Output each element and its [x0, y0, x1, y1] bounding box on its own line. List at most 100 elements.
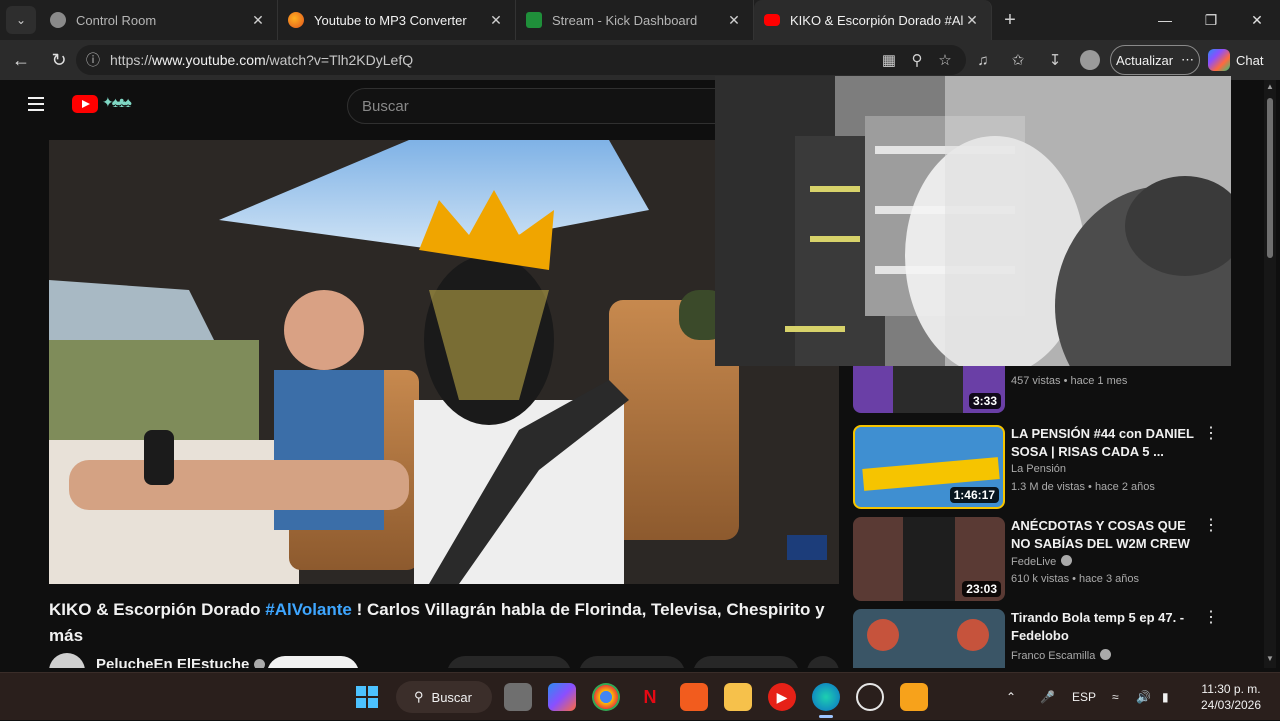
media-control-icon[interactable]: ♫ [971, 48, 995, 72]
tab-mp3-converter[interactable]: Youtube to MP3 Converter ✕ [278, 0, 516, 40]
more-options-icon[interactable]: ⋮ [1203, 426, 1219, 442]
youtube-logo[interactable] [72, 95, 98, 113]
list-item[interactable]: 1:46:17 LA PENSIÓN #44 con DANIEL SOSA |… [853, 425, 1225, 509]
video-meta: 1.3 M de vistas • hace 2 años [1011, 481, 1155, 493]
url-path: /watch?v=Tlh2KDyLefQ [265, 52, 414, 68]
chrome-icon[interactable] [592, 683, 620, 711]
search-input[interactable]: Buscar [347, 88, 747, 124]
update-button[interactable]: Actualizar ⋯ [1110, 45, 1200, 75]
favorites-icon[interactable]: ✩ [1006, 48, 1030, 72]
restore-icon: ❐ [1204, 11, 1218, 28]
video-channel[interactable]: Franco Escamilla [1011, 649, 1112, 662]
like-dislike-button[interactable] [447, 656, 571, 668]
video-thumbnail[interactable]: 23:03 [853, 517, 1005, 601]
minimize-icon: — [1158, 12, 1172, 28]
volume-icon[interactable]: 🔊 [1136, 673, 1151, 721]
video-thumbnail[interactable] [853, 609, 1005, 668]
netflix-icon[interactable]: N [636, 683, 664, 711]
update-label: Actualizar [1115, 52, 1174, 68]
obs-icon[interactable] [856, 683, 884, 711]
list-item[interactable]: Tirando Bola temp 5 ep 47. - Fedelobo ⋮ … [853, 609, 1225, 668]
webcam-overlay [715, 76, 1231, 366]
channel-avatar[interactable] [49, 653, 85, 668]
system-clock[interactable]: 11:30 p. m. 24/03/2026 [1196, 681, 1266, 713]
download-button[interactable] [693, 656, 799, 668]
channel-text: FedeLive [1011, 556, 1057, 568]
file-explorer-icon[interactable] [724, 683, 752, 711]
scrollbar-thumb[interactable] [1267, 98, 1273, 258]
task-view-icon[interactable] [504, 683, 532, 711]
tab-kick-dashboard[interactable]: Stream - Kick Dashboard ✕ [516, 0, 754, 40]
verified-icon [1100, 649, 1112, 660]
minimize-button[interactable]: — [1142, 0, 1188, 40]
youtube-doodle-icon[interactable]: ✦♠♣♠ [102, 94, 132, 111]
close-tab-icon[interactable]: ✕ [487, 12, 505, 29]
language-indicator[interactable]: ESP [1072, 673, 1096, 721]
video-title: KIKO & Escorpión Dorado #AlVolante ! Car… [49, 597, 839, 649]
converter-app-icon[interactable] [680, 683, 708, 711]
show-hidden-icons[interactable]: ⌃ [1006, 673, 1016, 721]
battery-icon[interactable]: ▮ [1162, 673, 1169, 721]
zoom-icon[interactable]: ⚲ [905, 48, 929, 72]
fl-studio-icon[interactable] [900, 683, 928, 711]
tab-control-room[interactable]: Control Room ✕ [40, 0, 278, 40]
start-button[interactable] [353, 683, 381, 711]
apps-icon[interactable]: ▦ [877, 48, 901, 72]
downloads-icon[interactable]: ↧ [1043, 48, 1067, 72]
taskbar-search[interactable]: ⚲ Buscar [396, 681, 492, 713]
wifi-icon[interactable]: ≈ [1112, 673, 1119, 721]
new-tab-button[interactable]: + [992, 9, 1028, 32]
close-tab-icon[interactable]: ✕ [725, 12, 743, 29]
clock-time: 11:30 p. m. [1201, 682, 1261, 696]
scroll-down-icon[interactable]: ▼ [1265, 654, 1275, 663]
more-actions-button[interactable] [807, 656, 839, 668]
video-title[interactable]: LA PENSIÓN #44 con DANIEL SOSA | RISAS C… [1011, 425, 1196, 461]
taskbar-search-label: Buscar [431, 689, 472, 705]
youtube-app-icon[interactable]: ▶ [768, 683, 796, 711]
video-thumbnail[interactable]: 1:46:17 [853, 425, 1005, 509]
copilot-taskbar-icon[interactable] [548, 683, 576, 711]
reload-button[interactable]: ↻ [42, 43, 76, 77]
chat-label: Chat [1236, 52, 1264, 68]
close-icon: ✕ [1251, 11, 1263, 28]
microphone-icon[interactable]: 🎤 [1040, 673, 1055, 721]
video-meta: 610 k vistas • hace 3 años [1011, 573, 1139, 585]
converter-icon [288, 12, 304, 28]
back-button[interactable]: ← [4, 43, 38, 77]
video-title[interactable]: ANÉCDOTAS Y COSAS QUE NO SABÍAS DEL W2M … [1011, 517, 1196, 553]
hamburger-menu-icon[interactable] [28, 97, 44, 111]
close-tab-icon[interactable]: ✕ [249, 12, 267, 29]
video-channel[interactable]: La Pensión [1011, 463, 1066, 475]
video-title[interactable]: Tirando Bola temp 5 ep 47. - Fedelobo [1011, 609, 1196, 645]
hashtag-link[interactable]: #AlVolante [265, 600, 352, 619]
tab-actions-menu-button[interactable]: ⌄ [6, 6, 36, 34]
video-channel[interactable]: FedeLive [1011, 555, 1073, 568]
page-scrollbar[interactable]: ▲ ▼ [1264, 80, 1276, 668]
edge-icon[interactable] [812, 683, 840, 711]
channel-name[interactable]: PelucheEn ElEstuche [96, 656, 266, 668]
verified-icon [1061, 555, 1073, 566]
url-host: www.youtube.com [152, 52, 266, 68]
chevron-down-icon: ⌄ [15, 13, 27, 27]
site-info-icon[interactable]: ⓘ [86, 50, 100, 70]
more-options-icon[interactable]: ⋮ [1203, 518, 1219, 534]
search-icon: ⚲ [414, 689, 424, 704]
url-field[interactable]: ⓘ https://www.youtube.com/watch?v=Tlh2KD… [76, 45, 966, 75]
profile-avatar-icon[interactable] [1078, 48, 1102, 72]
close-window-button[interactable]: ✕ [1234, 0, 1280, 40]
share-button[interactable] [579, 656, 685, 668]
copilot-chat-button[interactable]: Chat [1208, 45, 1274, 75]
scroll-up-icon[interactable]: ▲ [1265, 82, 1275, 91]
list-item[interactable]: 23:03 ANÉCDOTAS Y COSAS QUE NO SABÍAS DE… [853, 517, 1225, 601]
browser-tab-bar: ⌄ Control Room ✕ Youtube to MP3 Converte… [0, 0, 1280, 40]
tab-youtube-video[interactable]: KIKO & Escorpión Dorado #AlVola ✕ [754, 0, 992, 40]
more-options-icon[interactable]: ⋮ [1203, 610, 1219, 626]
copilot-icon [1208, 49, 1230, 71]
arrow-left-icon: ← [12, 49, 30, 70]
close-tab-icon[interactable]: ✕ [963, 12, 981, 29]
tab-label: Control Room [76, 12, 157, 28]
subscribe-button[interactable] [267, 656, 359, 668]
restore-button[interactable]: ❐ [1188, 0, 1234, 40]
more-dots-icon: ⋯ [1181, 52, 1195, 67]
favorite-star-icon[interactable]: ☆ [933, 48, 957, 72]
